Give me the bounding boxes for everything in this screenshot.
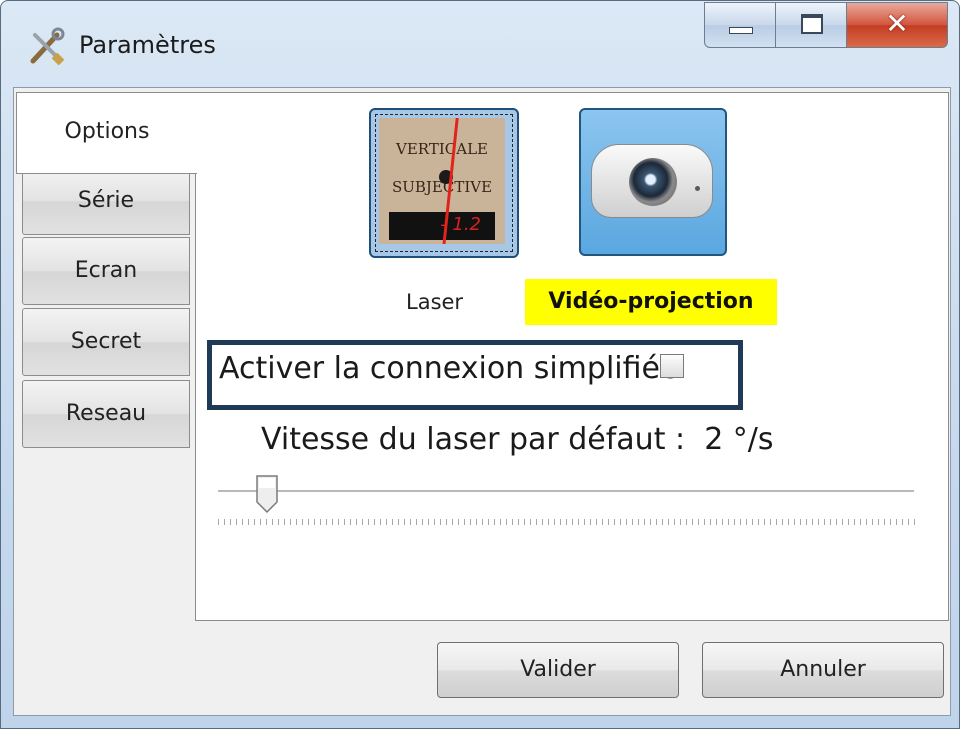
tab-reseau[interactable]: Reseau: [22, 380, 190, 448]
title-bar[interactable]: Paramètres ✕: [1, 1, 959, 87]
projector-indicator: [695, 186, 700, 191]
slider-thumb-icon[interactable]: [255, 474, 279, 514]
tab-secret[interactable]: Secret: [22, 308, 190, 376]
minimize-icon[interactable]: [704, 2, 776, 48]
cancel-button[interactable]: Annuler: [702, 642, 944, 698]
video-projection-mode-label[interactable]: Vidéo-projection: [525, 279, 777, 325]
laser-speed-slider[interactable]: [218, 490, 914, 492]
validate-button[interactable]: Valider: [437, 642, 679, 698]
window-title: Paramètres: [79, 31, 216, 59]
laser-mode-label[interactable]: Laser: [406, 290, 463, 314]
laser-mode-button[interactable]: VERTICALE SUBJECTIVE - 1.2: [369, 108, 519, 258]
tab-options[interactable]: Options: [16, 92, 197, 174]
caption-buttons: ✕: [704, 2, 948, 48]
maximize-icon[interactable]: [775, 2, 847, 48]
projector-lens: [629, 158, 677, 206]
settings-tools-icon: [30, 27, 65, 66]
laser-image-line1: VERTICALE: [396, 140, 488, 158]
tab-serie[interactable]: Série: [22, 167, 190, 235]
checkbox-unchecked-icon[interactable]: [660, 354, 684, 378]
tab-ecran[interactable]: Ecran: [22, 237, 190, 305]
video-projection-mode-button[interactable]: [579, 108, 727, 256]
laser-device-image: VERTICALE SUBJECTIVE - 1.2: [379, 118, 505, 244]
simplified-connection-label[interactable]: Activer la connexion simplifiée: [219, 351, 678, 386]
laser-speed-label: Vitesse du laser par défaut : 2 °/s: [261, 422, 774, 457]
laser-speed-text: Vitesse du laser par défaut :: [261, 422, 686, 457]
close-icon[interactable]: ✕: [846, 2, 948, 48]
slider-ticks: [218, 519, 918, 525]
laser-display: - 1.2: [389, 212, 495, 240]
laser-speed-value: 2 °/s: [704, 422, 774, 457]
